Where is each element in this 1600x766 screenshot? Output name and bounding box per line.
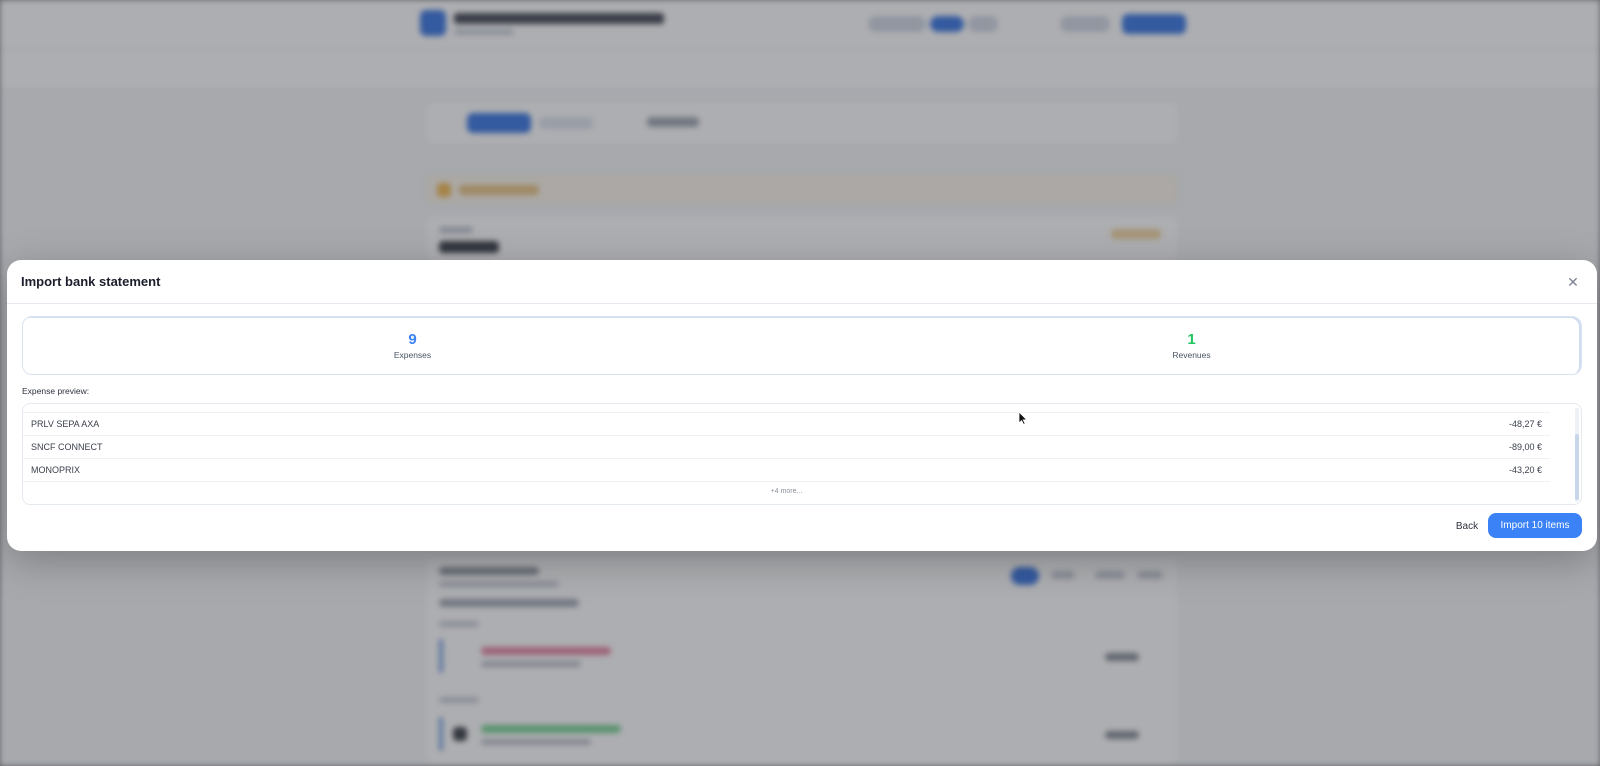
expenses-stat: 9 Expenses: [23, 317, 802, 374]
scrollbar-thumb[interactable]: [1575, 434, 1579, 500]
expense-amount: -89,00 €: [1508, 442, 1542, 452]
expense-amount: -48,27 €: [1508, 419, 1542, 429]
list-item: MONOPRIX -43,20 €: [23, 459, 1550, 482]
import-bank-statement-modal: Import bank statement ✕ 9 Expenses 1 Rev…: [7, 260, 1597, 551]
more-items-text: +4 more...: [770, 488, 803, 495]
expenses-count: 9: [408, 331, 417, 348]
expenses-label: Expenses: [393, 350, 432, 360]
expense-preview-list[interactable]: PRLV SEPA AXA -48,27 € SNCF CONNECT -89,…: [22, 403, 1582, 505]
expense-name: MONOPRIX: [31, 465, 81, 475]
import-summary: 9 Expenses 1 Revenues: [22, 316, 1582, 375]
revenues-label: Revenues: [1172, 350, 1211, 360]
close-icon: ✕: [1567, 273, 1579, 290]
list-item: SNCF CONNECT -89,00 €: [23, 436, 1550, 459]
expense-amount: -43,20 €: [1508, 465, 1542, 475]
import-button[interactable]: Import 10 items: [1488, 513, 1582, 538]
close-button[interactable]: ✕: [1563, 272, 1583, 292]
list-item: PRLV SEPA AXA -48,27 €: [23, 413, 1550, 436]
modal-title: Import bank statement: [21, 274, 161, 289]
expense-name: SNCF CONNECT: [31, 442, 103, 452]
back-button[interactable]: Back: [1449, 514, 1485, 538]
preview-scrollbar[interactable]: [1575, 408, 1579, 502]
expense-preview-label: Expense preview:: [22, 386, 90, 396]
mouse-cursor-icon: [1018, 411, 1028, 425]
revenues-count: 1: [1187, 331, 1196, 348]
modal-header: Import bank statement ✕: [7, 260, 1597, 304]
revenues-stat: 1 Revenues: [802, 317, 1581, 374]
expense-name: PRLV SEPA AXA: [31, 419, 100, 429]
list-item-partial: [23, 404, 1550, 413]
